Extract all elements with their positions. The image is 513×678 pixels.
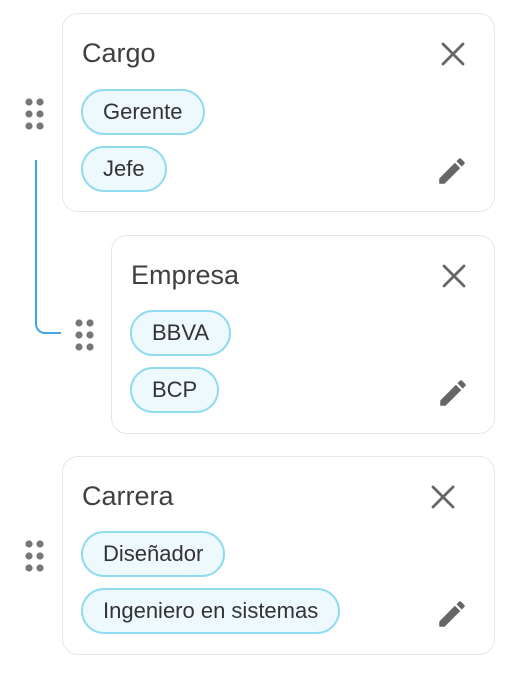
filter-card-cargo: Cargo Gerente Jefe bbox=[62, 13, 495, 212]
tag-chip[interactable]: Ingeniero en sistemas bbox=[81, 588, 341, 634]
tag-chip[interactable]: Jefe bbox=[81, 146, 167, 192]
filter-group-list: Cargo Gerente Jefe Empresa BBVA BCP Carr… bbox=[0, 0, 513, 678]
card-title: Empresa bbox=[131, 260, 240, 290]
drag-handle-icon[interactable] bbox=[74, 318, 96, 352]
close-icon[interactable] bbox=[426, 480, 460, 514]
drag-handle-icon[interactable] bbox=[24, 97, 46, 131]
tag-chip[interactable]: BBVA bbox=[130, 310, 232, 356]
filter-card-empresa: Empresa BBVA BCP bbox=[111, 235, 495, 434]
tag-chip[interactable]: Diseñador bbox=[81, 531, 226, 577]
close-icon[interactable] bbox=[436, 37, 470, 71]
tag-chip[interactable]: BCP bbox=[130, 367, 220, 413]
pencil-icon[interactable] bbox=[433, 595, 471, 633]
pencil-icon[interactable] bbox=[434, 374, 472, 412]
pencil-icon[interactable] bbox=[433, 152, 471, 190]
tag-chip[interactable]: Gerente bbox=[81, 89, 205, 135]
filter-card-carrera: Carrera Diseñador Ingeniero en sistemas bbox=[62, 456, 495, 655]
card-title: Cargo bbox=[82, 38, 156, 68]
close-icon[interactable] bbox=[437, 259, 471, 293]
nesting-connector-line bbox=[35, 160, 61, 334]
card-title: Carrera bbox=[82, 481, 174, 511]
drag-handle-icon[interactable] bbox=[24, 539, 46, 573]
